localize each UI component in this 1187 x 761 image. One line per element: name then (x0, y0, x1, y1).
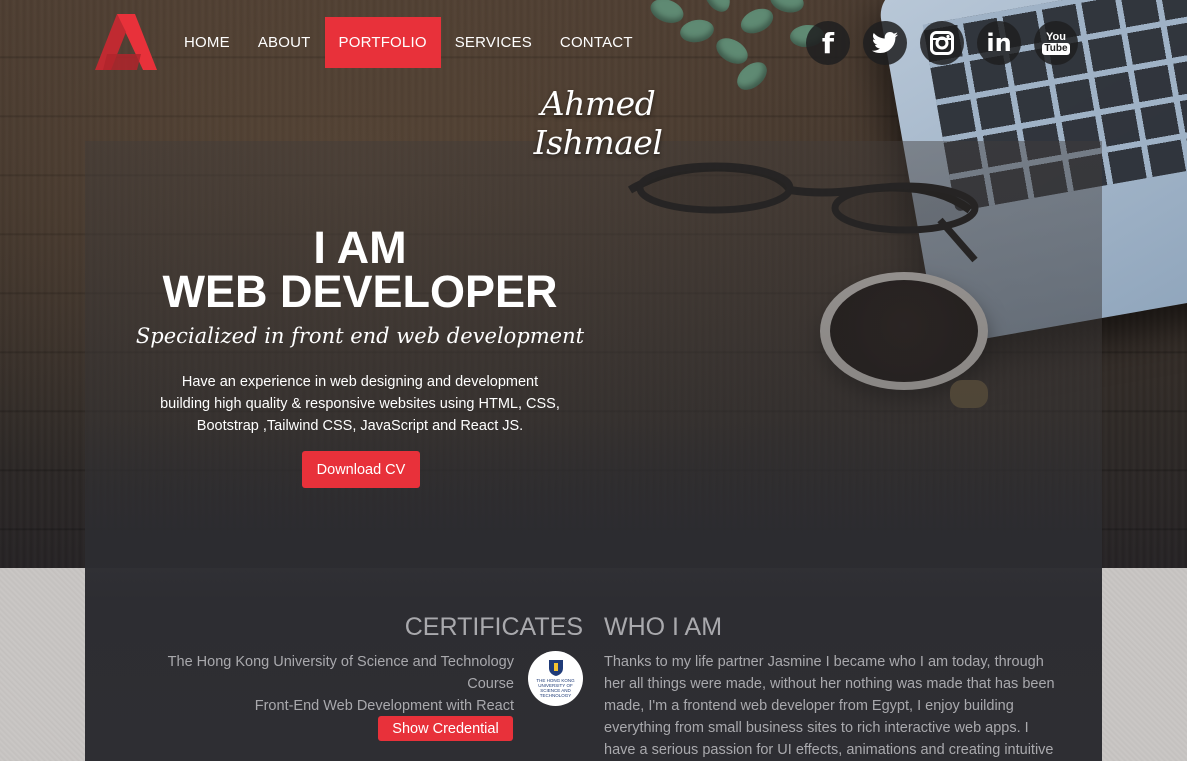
nav-about[interactable]: ABOUT (244, 17, 325, 68)
show-credential-button[interactable]: Show Credential (378, 716, 513, 741)
hero-title-line-1: I AM (313, 222, 407, 273)
who-line-2: her all things were made, without her no… (604, 676, 1055, 692)
download-cv-button[interactable]: Download CV (302, 451, 420, 488)
brand-name: Ahmed Ishmael (533, 84, 663, 162)
youtube-link[interactable]: You Tube (1034, 21, 1078, 65)
main-nav: HOME ABOUT PORTFOLIO SERVICES CONTACT (170, 17, 647, 68)
twitter-link[interactable] (863, 21, 907, 65)
twitter-icon (872, 32, 898, 53)
instagram-link[interactable] (920, 21, 964, 65)
who-line-5: have a serious passion for UI effects, a… (604, 742, 1054, 758)
who-line-1: Thanks to my life partner Jasmine I beca… (604, 654, 1044, 670)
hero-desc-line-2: building high quality & responsive websi… (160, 396, 560, 412)
hero-desc-line-3: Bootstrap ,Tailwind CSS, JavaScript and … (196, 418, 524, 434)
university-logo: THE HONG KONG UNIVERSITY OF SCIENCE AND … (528, 651, 583, 706)
youtube-icon: You Tube (1042, 31, 1070, 55)
hero-desc-line-1: Have an experience in web designing and … (181, 374, 539, 390)
nav-services[interactable]: SERVICES (441, 17, 546, 68)
linkedin-link[interactable]: in (977, 21, 1021, 65)
hero-title-line-2: WEB DEVELOPER (162, 266, 558, 317)
nav-contact[interactable]: CONTACT (546, 17, 647, 68)
shield-icon (548, 660, 563, 676)
nav-home[interactable]: HOME (170, 17, 244, 68)
certificate-details: The Hong Kong University of Science and … (140, 651, 514, 717)
facebook-link[interactable]: f (806, 21, 850, 65)
who-i-am-text: Thanks to my life partner Jasmine I beca… (604, 651, 1074, 761)
who-line-4: everything from small business sites to … (604, 720, 1029, 736)
certificate-course: Front-End Web Development with React (254, 698, 514, 714)
instagram-icon (930, 31, 954, 55)
hero-subtitle: Specialized in front end web development (135, 324, 585, 348)
certificate-institution: The Hong Kong University of Science and … (167, 654, 514, 670)
certificates-heading: CERTIFICATES (404, 613, 583, 641)
hero-description: Have an experience in web designing and … (130, 371, 590, 437)
hero-title: I AM WEB DEVELOPER (95, 222, 625, 317)
certificate-type: Course (467, 676, 514, 692)
social-links: f in You Tube (806, 21, 1078, 65)
facebook-icon: f (821, 26, 835, 60)
who-line-3: made, I'm a frontend web developer from … (604, 698, 1014, 714)
who-i-am-heading: WHO I AM (604, 613, 723, 641)
linkedin-icon: in (986, 29, 1012, 57)
nav-portfolio[interactable]: PORTFOLIO (324, 17, 441, 68)
site-logo[interactable] (95, 14, 157, 72)
